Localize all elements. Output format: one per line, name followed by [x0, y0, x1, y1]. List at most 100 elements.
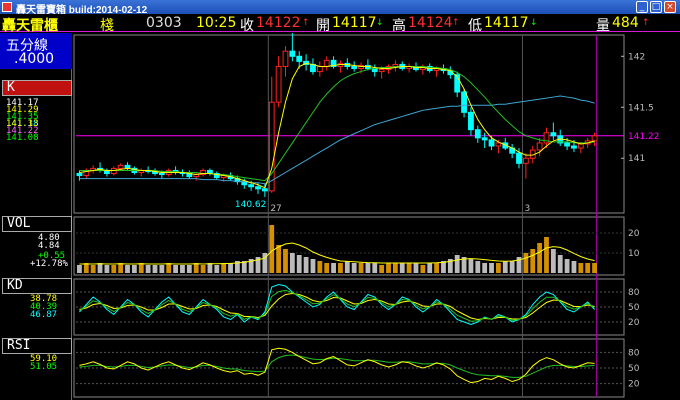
volume-bar	[365, 263, 371, 273]
ma-fast-line	[79, 62, 595, 189]
candle-body	[378, 69, 385, 73]
volume-bar	[180, 265, 185, 273]
candle-body	[474, 129, 481, 139]
volume-bar	[578, 263, 584, 273]
candle-body	[571, 145, 577, 149]
vol-panel-tab[interactable]: VOL	[2, 216, 72, 232]
volume-bar	[331, 263, 336, 273]
candle-body	[248, 184, 255, 188]
kd-j-line	[79, 289, 595, 322]
candle-body	[351, 65, 358, 70]
candle-body	[461, 91, 467, 113]
rsi-axis-label: 50	[628, 364, 640, 374]
candle-body	[468, 111, 474, 131]
date-marker-label: 3	[524, 204, 530, 214]
volume-bar	[571, 261, 577, 273]
volume-bar	[173, 265, 178, 273]
vol-label-2: 4.84	[38, 241, 60, 251]
price-axis-label: 142	[628, 52, 645, 62]
app-icon	[2, 2, 12, 12]
stock-chart[interactable]: 142141.5141141.22143.04140.6227320108050…	[0, 33, 680, 400]
low-price: 14117	[484, 15, 529, 31]
volume-label: 量	[596, 18, 610, 34]
volume-bar	[310, 259, 316, 273]
volume-bar	[475, 261, 481, 273]
open-label: 開	[316, 18, 330, 34]
volume-value: 484	[612, 15, 639, 31]
candle-body	[275, 65, 282, 103]
volume-bar	[537, 243, 543, 273]
volume-bar	[283, 249, 288, 273]
volume-bar	[159, 265, 165, 273]
volume-bar	[399, 263, 405, 273]
volume-bar	[482, 263, 488, 273]
volume-bar	[372, 263, 378, 273]
vol-label-4: +12.78%	[30, 259, 68, 269]
period-value: .4000	[14, 51, 55, 67]
volume-bar	[317, 261, 323, 273]
candle-body	[76, 173, 83, 177]
volume-bar	[186, 265, 192, 273]
kd-axis-label: 50	[628, 303, 640, 313]
kd-axis-label: 80	[628, 288, 640, 298]
volume-bar	[530, 249, 536, 273]
volume-bar	[296, 255, 302, 273]
volume-bar	[193, 263, 199, 273]
k-panel-tab[interactable]: K	[2, 80, 72, 96]
quote-code: 0303	[146, 15, 182, 31]
volume-up-arrow-icon: ↑	[642, 18, 650, 28]
volume-bar	[269, 225, 275, 273]
last-label: 收	[240, 18, 254, 34]
volume-bar	[420, 265, 426, 273]
volume-bar	[509, 261, 515, 273]
indicator-sidebar: 五分線 .4000 K 141.17 141.29 141.35 141.38 …	[0, 33, 72, 400]
volume-bar	[496, 263, 501, 273]
candle-body	[495, 142, 502, 147]
close-button[interactable]: ×	[664, 1, 676, 13]
candle-body	[550, 132, 557, 137]
volume-bar	[214, 265, 220, 273]
date-marker-label: 27	[270, 204, 281, 214]
volume-bar	[544, 237, 549, 273]
window-titlebar: 轟天雷寶箱 build:2014-02-12 _ □ ×	[0, 0, 680, 16]
volume-bar	[228, 263, 233, 273]
volume-bar	[351, 263, 357, 273]
candle-body	[310, 63, 316, 73]
candle-body	[261, 188, 268, 192]
minimize-button[interactable]: _	[636, 1, 648, 13]
volume-bar	[131, 265, 137, 273]
volume-bar	[118, 263, 124, 273]
kd-panel-tab[interactable]: KD	[2, 278, 72, 294]
price-axis-label: 141	[628, 154, 645, 164]
maximize-button[interactable]: □	[650, 1, 662, 13]
candle-body	[158, 173, 165, 176]
volume-bar	[200, 265, 206, 273]
volume-bar	[152, 265, 158, 273]
price-axis-label: 141.5	[628, 103, 654, 113]
candle-body	[323, 59, 330, 67]
high-price: 14124	[408, 15, 453, 31]
volume-bar	[344, 261, 350, 273]
rsi-axis-label: 20	[628, 380, 640, 390]
volume-bar	[207, 263, 213, 273]
volume-bar	[104, 265, 110, 273]
low-down-arrow-icon: ↓	[530, 18, 538, 28]
vol-axis-label: 10	[628, 249, 640, 259]
volume-bar	[489, 263, 494, 273]
volume-bar	[338, 263, 343, 273]
candle-body	[488, 139, 495, 147]
rsi-axis-label: 80	[628, 348, 640, 358]
low-label: 低	[468, 18, 482, 34]
candle-body	[516, 152, 522, 164]
candle-body	[564, 142, 570, 147]
last-up-arrow-icon: ↑	[302, 18, 310, 28]
volume-bar	[379, 265, 385, 273]
volume-bar	[166, 263, 172, 273]
volume-bar	[145, 265, 151, 273]
volume-bar	[90, 265, 96, 273]
rsi-panel-tab[interactable]: RSI	[2, 338, 72, 354]
candle-body	[296, 55, 303, 62]
period-selector[interactable]: 五分線 .4000	[0, 33, 72, 69]
candle-body	[282, 50, 289, 67]
low-marker-label: 140.62	[235, 200, 267, 210]
